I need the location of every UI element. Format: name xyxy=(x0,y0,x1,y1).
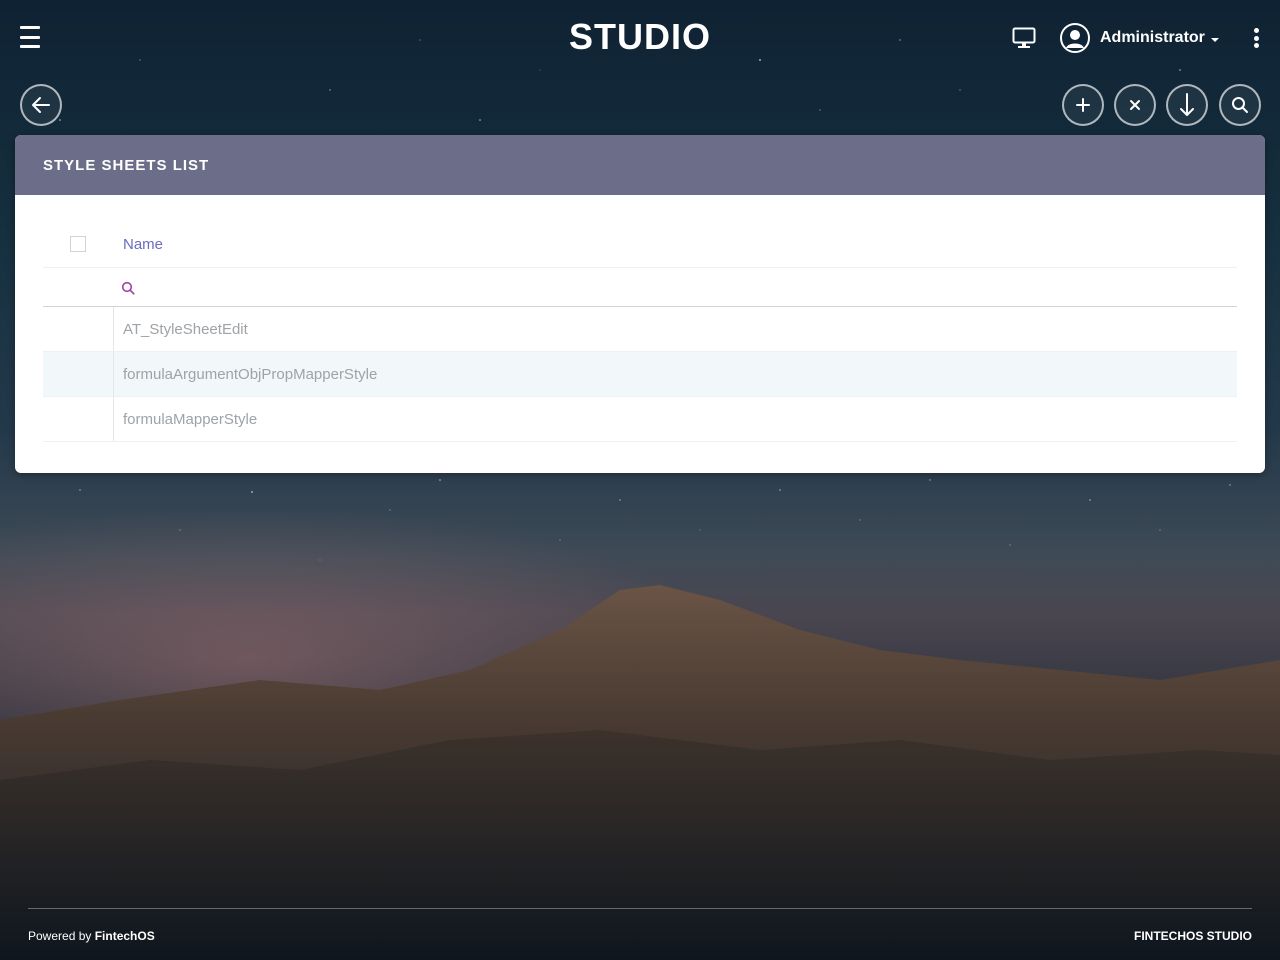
delete-button[interactable] xyxy=(1114,84,1156,126)
arrow-down-icon xyxy=(1180,93,1194,116)
top-bar: STUDIO Administrator xyxy=(0,0,1280,76)
powered-by: Powered by FintechOS xyxy=(28,929,155,943)
search-icon xyxy=(121,281,135,295)
panel-title: STYLE SHEETS LIST xyxy=(15,135,1265,195)
footer-brand: FINTECHOS STUDIO xyxy=(1133,929,1252,943)
column-header-name[interactable]: Name xyxy=(123,236,163,253)
user-menu[interactable]: Administrator xyxy=(1060,22,1219,54)
row-select-cell[interactable] xyxy=(43,352,114,396)
table-row[interactable]: formulaArgumentObjPropMapperStyle xyxy=(43,352,1237,397)
back-button[interactable] xyxy=(20,84,62,126)
select-column xyxy=(43,223,113,267)
close-icon xyxy=(1130,100,1140,110)
add-button[interactable] xyxy=(1062,84,1104,126)
mountain-landscape xyxy=(0,585,1280,960)
powered-by-prefix: Powered by xyxy=(28,929,95,943)
style-sheets-grid: Name AT_StyleSheetEdit formulaArgumentOb… xyxy=(43,223,1237,442)
search-icon xyxy=(1232,97,1248,113)
row-select-cell[interactable] xyxy=(43,307,114,351)
sort-button[interactable] xyxy=(1166,84,1208,126)
search-button[interactable] xyxy=(1219,84,1261,126)
powered-by-brand[interactable]: FintechOS xyxy=(95,929,155,943)
kebab-menu-icon[interactable] xyxy=(1254,28,1260,48)
arrow-left-icon xyxy=(32,97,50,113)
table-row[interactable]: AT_StyleSheetEdit xyxy=(43,307,1237,352)
chevron-down-icon xyxy=(1210,37,1219,42)
name-cell: AT_StyleSheetEdit xyxy=(123,321,248,338)
table-row[interactable]: formulaMapperStyle xyxy=(43,397,1237,442)
name-cell: formulaArgumentObjPropMapperStyle xyxy=(123,366,378,383)
name-cell: formulaMapperStyle xyxy=(123,411,258,428)
grid-header-row: Name xyxy=(43,223,1237,268)
user-name: Administrator xyxy=(1100,29,1205,46)
filter-select-cell xyxy=(43,268,113,306)
footer-divider xyxy=(28,908,1252,909)
select-all-checkbox[interactable] xyxy=(70,236,86,252)
monitor-icon[interactable] xyxy=(1012,27,1036,49)
user-avatar-icon xyxy=(1060,23,1090,53)
plus-icon xyxy=(1076,98,1090,112)
filter-row xyxy=(43,268,1237,307)
row-select-cell[interactable] xyxy=(43,397,114,441)
style-sheets-panel: STYLE SHEETS LIST Name AT_StyleSheetEdit… xyxy=(15,135,1265,473)
name-filter-input[interactable] xyxy=(141,274,1225,302)
